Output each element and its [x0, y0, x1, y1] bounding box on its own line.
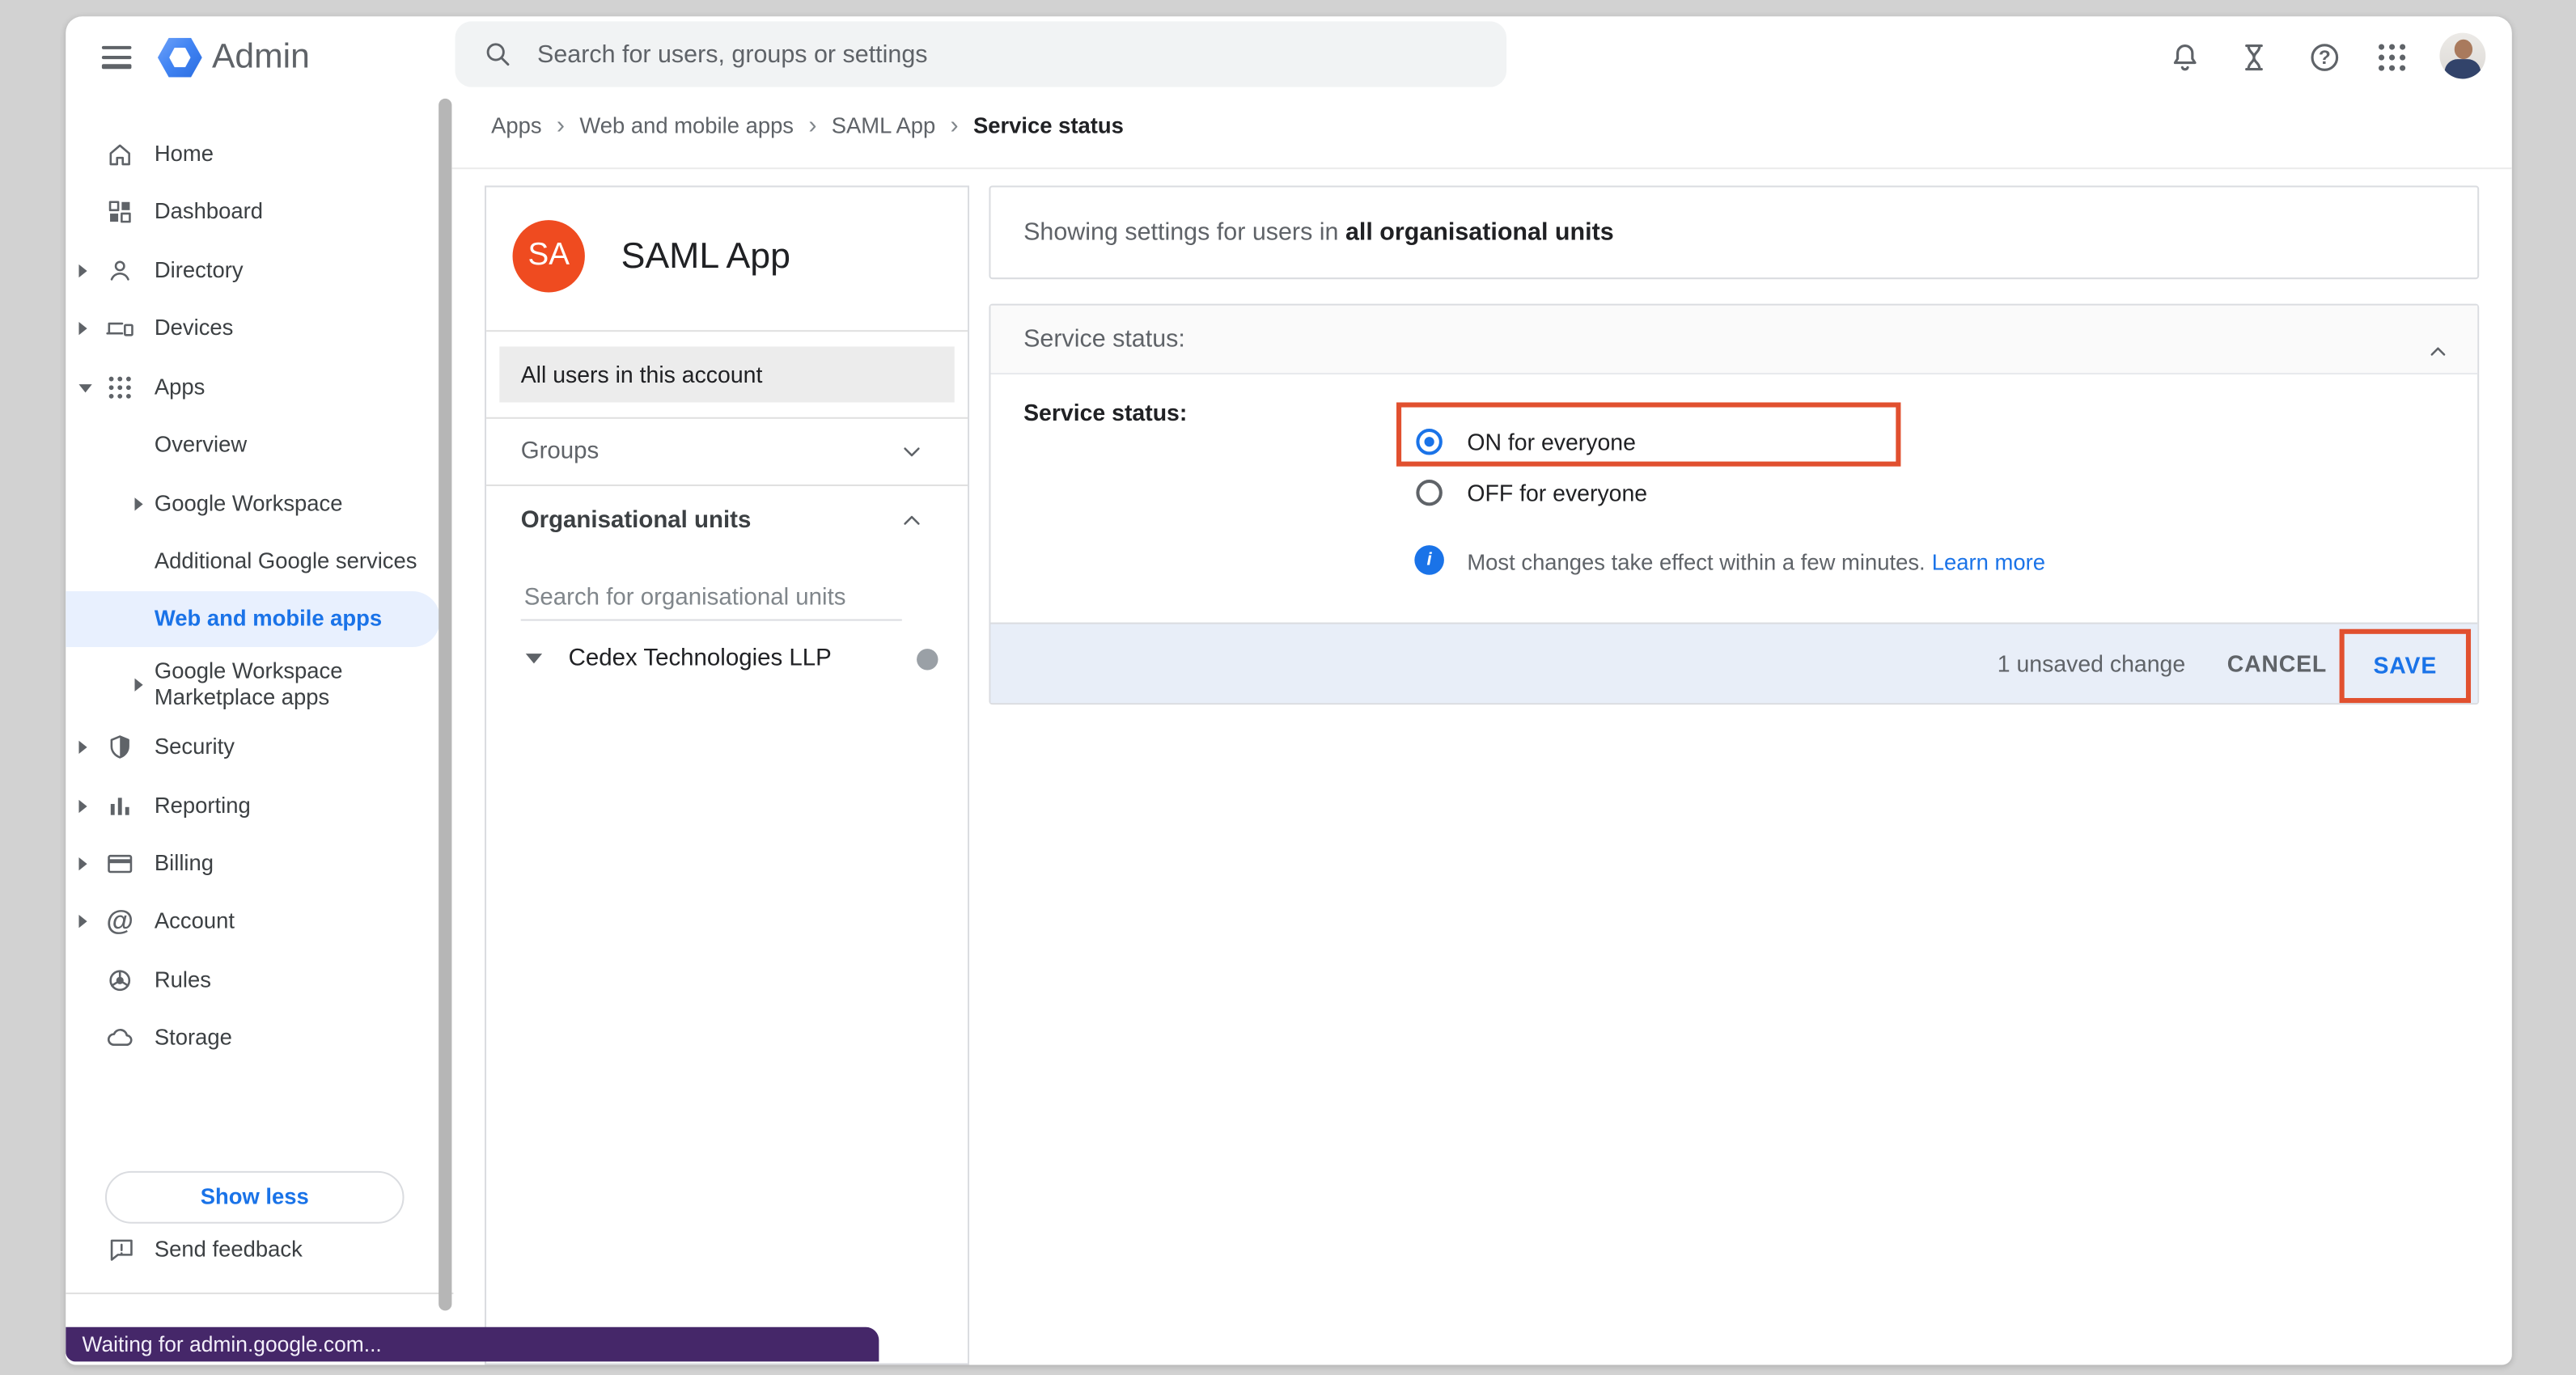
cancel-button[interactable]: CANCEL: [2219, 624, 2334, 705]
sidebar-item-devices[interactable]: Devices: [66, 299, 440, 358]
expand-right-icon: [78, 322, 87, 335]
global-search-bar[interactable]: [455, 21, 1506, 87]
sidebar-item-additional-google-services[interactable]: Additional Google services: [66, 532, 440, 591]
send-feedback-button[interactable]: Send feedback: [66, 1221, 440, 1280]
radio-off-for-everyone[interactable]: [1416, 480, 1442, 506]
sidebar-item-apps[interactable]: Apps: [66, 358, 440, 417]
breadcrumb-item-current: Service status: [973, 112, 1124, 137]
expand-right-icon: [78, 915, 87, 928]
breadcrumb-item[interactable]: Web and mobile apps: [579, 112, 794, 137]
scope-emphasis: all organisational units: [1345, 218, 1614, 247]
sidebar-item-home[interactable]: Home: [66, 125, 440, 184]
feedback-icon: [107, 1235, 137, 1265]
expand-right-icon: [135, 679, 143, 692]
help-glyph: ?: [2307, 41, 2343, 74]
tasks-hourglass-icon[interactable]: [2236, 40, 2273, 76]
screenshot-stage: Admin ?: [0, 0, 2576, 1375]
radio-on-for-everyone[interactable]: [1416, 429, 1442, 455]
breadcrumb-separator: ›: [951, 111, 959, 139]
annotation-box-save: SAVE: [2340, 629, 2471, 703]
all-users-item[interactable]: All users in this account: [499, 346, 954, 402]
credit-card-icon: [105, 849, 135, 879]
sidebar-item-gw-marketplace-apps[interactable]: Google Workspace Marketplace apps: [66, 649, 440, 721]
org-units-search-input[interactable]: [521, 575, 902, 621]
sidebar-item-account[interactable]: @ Account: [66, 892, 440, 951]
unsaved-changes-bar: 1 unsaved change CANCEL: [990, 623, 2477, 704]
search-input[interactable]: [534, 21, 1454, 87]
breadcrumb-separator: ›: [557, 111, 565, 139]
notifications-bell-icon[interactable]: [2167, 40, 2203, 76]
sidebar-item-overview[interactable]: Overview: [66, 416, 440, 475]
sidebar-scrollbar[interactable]: [439, 99, 451, 1311]
google-admin-logo-icon[interactable]: [158, 38, 202, 78]
chevron-down-icon: [897, 436, 927, 466]
breadcrumb-separator: ›: [808, 111, 816, 139]
sidebar-divider: [66, 1292, 453, 1294]
service-status-section-header[interactable]: Service status:: [990, 306, 2477, 374]
app-info-panel: SA SAML App All users in this account Gr…: [485, 185, 969, 1364]
expand-right-icon: [135, 497, 143, 510]
app-avatar: SA: [513, 220, 585, 292]
at-sign-icon: @: [105, 907, 135, 937]
unsaved-change-count: 1 unsaved change: [1970, 624, 2214, 705]
sidebar-nav: Home Dashboard Directory Devices Apps: [66, 99, 453, 1365]
google-apps-grid-icon[interactable]: [2374, 40, 2410, 76]
info-icon: i: [1414, 545, 1444, 575]
help-icon[interactable]: ?: [2307, 40, 2343, 76]
service-status-field-label: Service status:: [1023, 399, 1187, 425]
scope-text: Showing settings for users in: [1023, 218, 1345, 247]
chevron-up-icon: [897, 506, 927, 535]
breadcrumb-divider: [451, 167, 2511, 169]
shield-icon: [105, 733, 135, 763]
sidebar-item-google-workspace[interactable]: Google Workspace: [66, 475, 440, 534]
radio-on-label[interactable]: ON for everyone: [1467, 429, 1636, 455]
sidebar-item-directory[interactable]: Directory: [66, 241, 440, 300]
sidebar-item-billing[interactable]: Billing: [66, 835, 440, 894]
app-name: SAML App: [621, 235, 790, 277]
breadcrumb-item[interactable]: Apps: [491, 112, 542, 137]
account-avatar[interactable]: [2439, 33, 2485, 79]
groups-section-toggle[interactable]: Groups: [486, 417, 968, 484]
sidebar-item-reporting[interactable]: Reporting: [66, 776, 440, 836]
browser-status-bubble: Waiting for admin.google.com...: [66, 1327, 879, 1362]
save-button[interactable]: SAVE: [2345, 634, 2466, 698]
tree-expand-down-icon[interactable]: [526, 654, 542, 663]
breadcrumb-item[interactable]: SAML App: [832, 112, 936, 137]
sidebar-item-dashboard[interactable]: Dashboard: [66, 182, 440, 241]
org-unit-tree-item[interactable]: Cedex Technologies LLP: [486, 634, 968, 683]
expand-right-icon: [78, 857, 87, 870]
devices-icon: [105, 314, 135, 344]
collapse-chevron-up-icon[interactable]: [2423, 325, 2453, 355]
breadcrumb: Apps › Web and mobile apps › SAML App › …: [491, 102, 1124, 148]
sidebar-item-rules[interactable]: Rules: [66, 951, 440, 1010]
expand-right-icon: [78, 264, 87, 277]
expand-right-icon: [78, 800, 87, 813]
sidebar-item-web-and-mobile-apps[interactable]: Web and mobile apps: [66, 591, 440, 647]
expand-down-icon: [78, 383, 91, 391]
search-icon: [481, 38, 515, 71]
admin-console-window: Admin ?: [66, 16, 2512, 1364]
apps-grid-icon: [105, 373, 135, 403]
dashboard-icon: [105, 197, 135, 227]
org-units-section-toggle[interactable]: Organisational units: [486, 484, 968, 556]
sidebar-item-storage[interactable]: Storage: [66, 1009, 440, 1068]
radio-off-label[interactable]: OFF for everyone: [1467, 480, 1647, 506]
hamburger-menu-icon[interactable]: [102, 46, 132, 69]
app-title: Admin: [212, 16, 310, 99]
learn-more-link[interactable]: Learn more: [1932, 550, 2045, 574]
home-icon: [105, 140, 135, 170]
expand-right-icon: [78, 741, 87, 754]
bar-chart-icon: [105, 792, 135, 822]
scope-banner: Showing settings for users in all organi…: [989, 185, 2479, 279]
cloud-icon: [105, 1023, 135, 1053]
top-header: Admin ?: [66, 16, 2512, 99]
steering-wheel-icon: [105, 966, 135, 996]
service-status-card: Service status: Service status: ON for e…: [989, 304, 2479, 704]
panel-divider: [486, 330, 968, 332]
person-icon: [105, 256, 135, 286]
info-text: Most changes take effect within a few mi…: [1467, 550, 2045, 574]
sidebar-item-security[interactable]: Security: [66, 717, 440, 776]
org-unit-status-dot: [917, 648, 938, 669]
show-less-button[interactable]: Show less: [105, 1171, 405, 1224]
